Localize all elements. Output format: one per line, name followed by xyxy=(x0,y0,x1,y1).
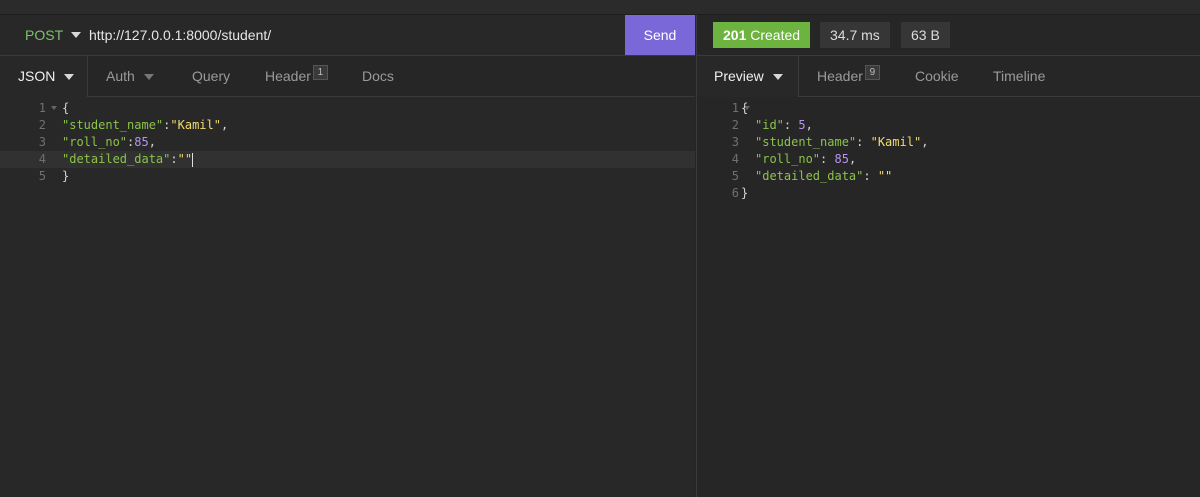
tab-query-label: Query xyxy=(192,68,231,84)
tab-preview[interactable]: Preview xyxy=(697,56,799,97)
fold-arrow-icon[interactable] xyxy=(51,106,57,110)
chevron-down-icon xyxy=(71,32,82,38)
tab-response-header-label: Header xyxy=(817,68,863,84)
response-time-badge: 34.7 ms xyxy=(820,22,890,48)
tab-json[interactable]: JSON xyxy=(0,56,88,97)
json-key: "roll_no" xyxy=(755,152,821,166)
tab-timeline[interactable]: Timeline xyxy=(993,56,1045,96)
url-input[interactable]: http://127.0.0.1:8000/student/ xyxy=(89,27,271,43)
json-value: "" xyxy=(877,169,893,183)
response-status-bar: 201 Created 34.7 ms 63 B xyxy=(697,15,1200,56)
line-number: 6 xyxy=(731,186,739,200)
code-line: 6 } xyxy=(693,185,1197,202)
json-value: 85 xyxy=(134,135,149,149)
code-line: 3 "student_name": "Kamil", xyxy=(693,134,1197,151)
response-size-badge: 63 B xyxy=(901,22,950,48)
response-tabs: Preview Header 9 Cookie Timeline xyxy=(697,56,1200,97)
tab-auth-label: Auth xyxy=(106,68,135,84)
window-top-strip xyxy=(0,0,1200,15)
tab-cookie[interactable]: Cookie xyxy=(915,56,959,96)
tab-header[interactable]: Header 1 xyxy=(265,56,328,96)
json-key: "student_name" xyxy=(62,118,164,132)
tab-cookie-label: Cookie xyxy=(915,68,959,84)
tab-timeline-label: Timeline xyxy=(993,68,1046,84)
status-badge: 201 Created xyxy=(713,22,811,48)
code-line: 5 "detailed_data": "" xyxy=(693,168,1197,185)
line-number: 4 xyxy=(731,152,739,166)
method-label: POST xyxy=(25,27,64,43)
code-line-current: 4 "detailed_data":"" xyxy=(0,151,695,168)
text-cursor xyxy=(192,152,194,167)
send-button[interactable]: Send xyxy=(625,15,695,55)
tab-query[interactable]: Query xyxy=(192,56,230,96)
code-line: 2 "id": 5, xyxy=(693,117,1197,134)
line-number: 3 xyxy=(38,135,46,149)
code-line: 1 { xyxy=(693,100,1197,117)
code-line: 3 "roll_no":85, xyxy=(0,134,695,151)
code-line: 2 "student_name":"Kamil", xyxy=(0,117,695,134)
json-value: "Kamil" xyxy=(170,118,221,132)
request-tabs: JSON Auth Query Header 1 Docs xyxy=(0,56,695,97)
line-number: 1 xyxy=(38,101,46,115)
tab-auth[interactable]: Auth xyxy=(106,56,154,96)
code-line: 4 "roll_no": 85, xyxy=(693,151,1197,168)
json-brace: { xyxy=(741,101,749,115)
tab-docs[interactable]: Docs xyxy=(362,56,394,96)
chevron-down-icon xyxy=(772,74,783,81)
line-number: 5 xyxy=(38,169,46,183)
json-key: "roll_no" xyxy=(62,135,128,149)
status-text: Created xyxy=(750,27,801,43)
json-value: "Kamil" xyxy=(870,135,922,149)
json-value: "" xyxy=(177,152,193,166)
line-number: 3 xyxy=(731,135,739,149)
tab-preview-label: Preview xyxy=(714,68,764,84)
json-brace: { xyxy=(62,101,70,115)
line-number: 1 xyxy=(731,101,739,115)
status-code: 201 xyxy=(723,27,747,43)
tab-docs-label: Docs xyxy=(362,68,394,84)
json-key: "detailed_data" xyxy=(62,152,171,166)
json-value: 85 xyxy=(834,152,849,166)
response-header-count-badge: 9 xyxy=(864,65,880,80)
line-number: 2 xyxy=(731,118,739,132)
json-key: "student_name" xyxy=(755,135,857,149)
tab-response-header[interactable]: Header 9 xyxy=(817,56,880,96)
line-number: 2 xyxy=(38,118,46,132)
code-line: 5 } xyxy=(0,168,695,185)
response-body-viewer: 1 { 2 "id": 5, 3 "student_name": "Kamil"… xyxy=(693,100,1197,202)
response-pane: 201 Created 34.7 ms 63 B Preview Header 9… xyxy=(696,15,1200,497)
code-line: 1 { xyxy=(0,100,695,117)
chevron-down-icon xyxy=(64,74,75,81)
json-brace: } xyxy=(62,169,70,183)
header-count-badge: 1 xyxy=(312,65,328,80)
method-dropdown[interactable]: POST xyxy=(25,27,82,43)
json-value: 5 xyxy=(798,118,806,132)
tab-json-label: JSON xyxy=(18,68,56,84)
tab-header-label: Header xyxy=(265,68,311,84)
json-brace: } xyxy=(741,186,749,200)
line-number: 5 xyxy=(731,169,739,183)
json-key: "id" xyxy=(755,118,784,132)
line-number: 4 xyxy=(38,152,46,166)
url-bar: POST http://127.0.0.1:8000/student/ Send xyxy=(0,15,695,56)
request-pane: POST http://127.0.0.1:8000/student/ Send… xyxy=(0,15,695,497)
chevron-down-icon xyxy=(143,74,154,81)
request-body-editor[interactable]: 1 { 2 "student_name":"Kamil", 3 "roll_no… xyxy=(0,100,695,185)
json-key: "detailed_data" xyxy=(755,169,864,183)
